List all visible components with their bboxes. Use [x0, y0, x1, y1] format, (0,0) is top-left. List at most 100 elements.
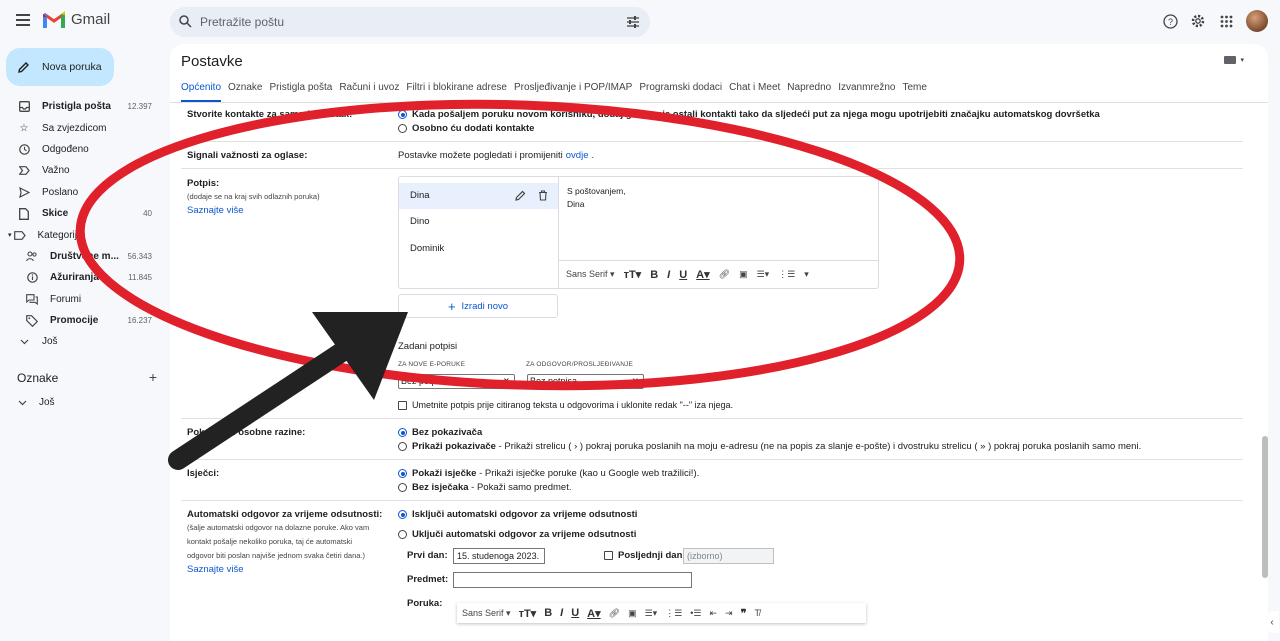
font-size-icon[interactable]: тT▾	[624, 268, 642, 281]
radio-selected[interactable]	[398, 428, 407, 437]
underline-icon[interactable]: U	[679, 269, 687, 281]
numbered-list-icon[interactable]: ⋮☰	[665, 608, 682, 619]
option-label: Bez isječaka	[412, 482, 469, 493]
delete-trash-icon[interactable]	[538, 190, 548, 201]
ads-settings-link[interactable]: ovdje	[566, 150, 589, 161]
edit-pencil-icon[interactable]	[515, 190, 526, 201]
image-icon[interactable]: ▣	[739, 269, 748, 280]
signature-body[interactable]: S poštovanjem, Dina	[567, 185, 626, 211]
sidebar-item-categories[interactable]: ▾ Kategorije	[0, 224, 160, 245]
remove-formatting-icon[interactable]: T̸	[755, 608, 761, 618]
sidebar-item-forums[interactable]: Forumi	[0, 289, 160, 310]
sidebar-item-important[interactable]: Važno	[0, 160, 160, 181]
account-avatar[interactable]	[1246, 10, 1268, 32]
indicators-off-option[interactable]: Bez pokazivača	[398, 427, 482, 438]
subject-input[interactable]	[453, 572, 692, 588]
radio-unselected[interactable]	[398, 442, 407, 451]
indent-less-icon[interactable]: ⇤	[710, 608, 718, 619]
italic-icon[interactable]: I	[667, 269, 670, 281]
new-mail-signature-select[interactable]: Bez potpisa	[398, 372, 515, 389]
vacation-on-option[interactable]: Uključi automatski odgovor za vrijeme od…	[398, 529, 636, 540]
apps-grid-icon[interactable]	[1218, 13, 1234, 29]
align-icon[interactable]: ☰▾	[645, 608, 658, 619]
text-color-icon[interactable]: A▾	[696, 268, 709, 281]
search-bar[interactable]	[170, 7, 650, 37]
numbered-list-icon[interactable]: ⋮☰	[778, 269, 795, 280]
sidebar-item-promotions[interactable]: Promocije 16.237	[0, 310, 160, 331]
sidebar-item-drafts[interactable]: Skice 40	[0, 203, 160, 224]
snippets-off-option[interactable]: Bez isječaka - Pokaži samo predmet.	[398, 482, 571, 493]
link-icon[interactable]: 🔗︎	[609, 608, 620, 619]
search-icon[interactable]	[179, 15, 192, 28]
checkbox[interactable]	[604, 551, 613, 560]
vacation-off-option[interactable]: Isključi automatski odgovor za vrijeme o…	[398, 509, 637, 520]
signature-learn-more-link[interactable]: Saznajte više	[187, 204, 244, 217]
last-day-option[interactable]: Posljednji dan:	[604, 550, 686, 561]
bulleted-list-icon[interactable]: •☰	[690, 608, 701, 619]
font-size-icon[interactable]: тT▾	[519, 607, 537, 620]
align-icon[interactable]: ☰▾	[757, 269, 770, 280]
radio-unselected[interactable]	[398, 530, 407, 539]
image-icon[interactable]: ▣	[628, 608, 637, 619]
vacation-learn-more-link[interactable]: Saznajte više	[187, 563, 244, 576]
gmail-logo[interactable]: Gmail	[43, 11, 110, 28]
signature-item-dominik[interactable]: Dominik	[399, 236, 558, 262]
sidebar-item-social[interactable]: Društvene m... 56.343	[0, 246, 160, 267]
indicators-on-option[interactable]: Prikaži pokazivače - Prikaži strelicu ( …	[398, 441, 1141, 452]
text-color-icon[interactable]: A▾	[587, 607, 600, 620]
radio-selected[interactable]	[398, 510, 407, 519]
sidebar-item-starred[interactable]: ☆ Sa zvjezdicom	[0, 117, 160, 138]
checkbox[interactable]	[398, 400, 407, 410]
radio-unselected[interactable]	[398, 483, 407, 492]
compose-button[interactable]: Nova poruka	[6, 48, 114, 86]
first-day-input[interactable]: 15. studenoga 2023.	[453, 548, 545, 564]
tab-inbox[interactable]: Pristigla pošta	[270, 80, 333, 102]
underline-icon[interactable]: U	[571, 607, 579, 619]
tab-forwarding[interactable]: Prosljeđivanje i POP/IMAP	[514, 80, 632, 102]
sidebar-item-more[interactable]: Još	[0, 331, 160, 352]
font-family-select[interactable]: Sans Serif ▾	[462, 608, 511, 619]
radio-selected[interactable]	[398, 110, 407, 119]
sidebar-item-updates[interactable]: Ažuriranja 11.845	[0, 267, 160, 288]
signature-item-dino[interactable]: Dino	[399, 209, 558, 235]
italic-icon[interactable]: I	[560, 607, 563, 619]
tab-general[interactable]: Općenito	[181, 80, 222, 102]
tab-offline[interactable]: Izvanmrežno	[838, 80, 895, 102]
contacts-auto-option[interactable]: Kada pošaljem poruku novom korisniku, do…	[398, 109, 1100, 120]
search-options-icon[interactable]	[626, 15, 640, 29]
help-icon[interactable]: ?	[1162, 13, 1178, 29]
input-tools-toggle[interactable]: ▾	[1224, 56, 1244, 64]
labels-more-item[interactable]: Još	[18, 397, 55, 408]
scrollbar-thumb[interactable]	[1262, 436, 1268, 578]
snippets-on-option[interactable]: Pokaži isječke - Prikaži isječke poruke …	[398, 468, 699, 479]
reply-signature-select[interactable]: Bez potpisa	[527, 372, 644, 389]
tab-labels[interactable]: Oznake	[228, 80, 262, 102]
font-family-select[interactable]: Sans Serif ▾	[566, 269, 615, 280]
bold-icon[interactable]: B	[650, 269, 658, 281]
tab-accounts[interactable]: Računi i uvoz	[339, 80, 399, 102]
radio-unselected[interactable]	[398, 124, 407, 133]
radio-selected[interactable]	[398, 469, 407, 478]
tab-chat-meet[interactable]: Chat i Meet	[729, 80, 780, 102]
tab-themes[interactable]: Teme	[902, 80, 926, 102]
sidebar-item-inbox[interactable]: Pristigla pošta 12.397	[0, 96, 160, 117]
insert-before-quote-option[interactable]: Umetnite potpis prije citiranog teksta u…	[398, 400, 733, 410]
bold-icon[interactable]: B	[544, 607, 552, 619]
indent-more-icon[interactable]: ⇥	[725, 608, 733, 619]
settings-gear-icon[interactable]	[1190, 13, 1206, 29]
quote-icon[interactable]: ❞	[741, 607, 747, 620]
tab-advanced[interactable]: Napredno	[787, 80, 831, 102]
link-icon[interactable]: 🔗︎	[719, 269, 730, 280]
create-new-signature-button[interactable]: + Izradi novo	[398, 294, 558, 318]
tab-addons[interactable]: Programski dodaci	[639, 80, 722, 102]
more-formatting-icon[interactable]: ▾	[804, 269, 809, 280]
main-menu-icon[interactable]	[16, 14, 30, 28]
sidebar-item-sent[interactable]: Poslano	[0, 182, 160, 203]
contacts-manual-option[interactable]: Osobno ću dodati kontakte	[398, 123, 534, 134]
sidebar-item-snoozed[interactable]: Odgođeno	[0, 139, 160, 160]
last-day-input[interactable]: (izborno)	[683, 548, 774, 564]
tab-filters[interactable]: Filtri i blokirane adrese	[406, 80, 507, 102]
search-input[interactable]	[200, 7, 600, 37]
signature-item-dina[interactable]: Dina	[399, 183, 558, 209]
add-label-plus-icon[interactable]: +	[149, 369, 157, 385]
